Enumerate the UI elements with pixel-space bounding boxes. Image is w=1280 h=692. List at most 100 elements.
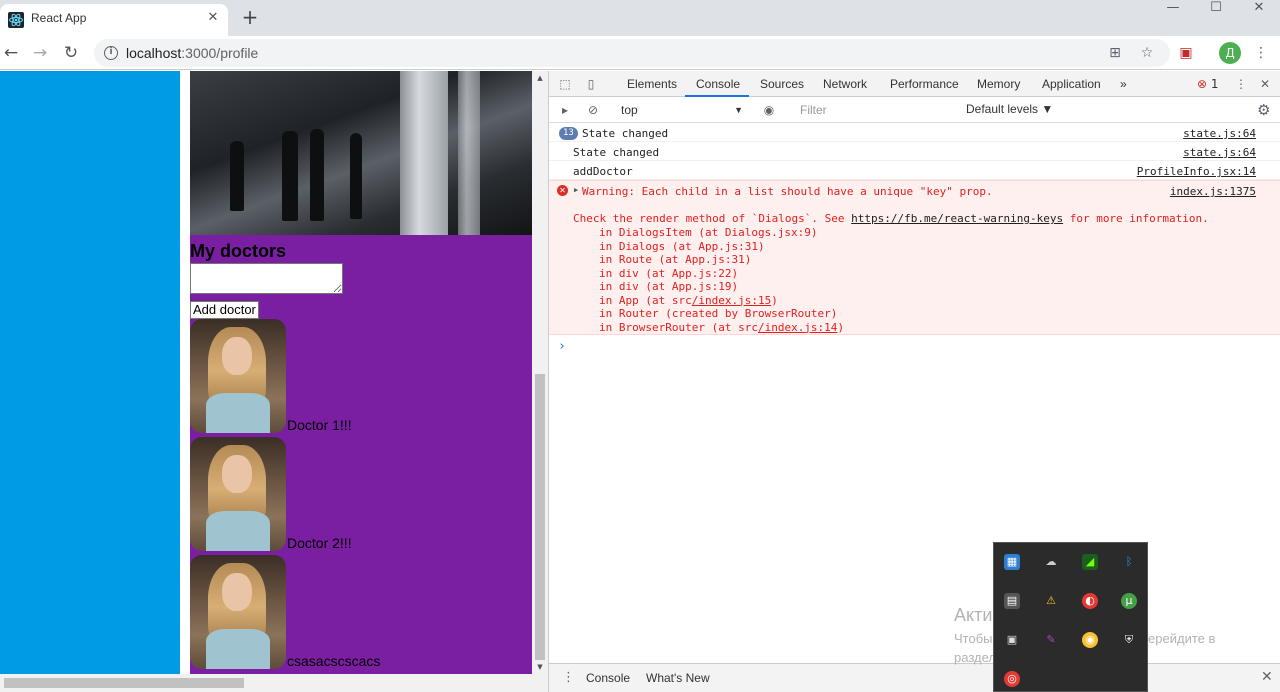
console-message: 13 State changed state.js:64 xyxy=(549,123,1280,142)
new-doctor-textarea[interactable] xyxy=(190,263,343,294)
site-info-icon[interactable]: i xyxy=(104,46,118,60)
devtools-panel: ⬚ ▯ Elements Console Sources Network Per… xyxy=(548,71,1280,692)
cloud-offline-icon[interactable]: ☁ xyxy=(1043,554,1059,570)
nvidia-icon[interactable]: ◢ xyxy=(1082,554,1098,570)
security-warning-icon[interactable]: ⚠ xyxy=(1043,593,1059,609)
url-host: localhost xyxy=(126,45,182,61)
tab-console[interactable]: Console xyxy=(696,77,740,91)
console-message-text: State changed xyxy=(582,127,669,140)
console-source-link[interactable]: ProfileInfo.jsx:14 xyxy=(1137,165,1256,178)
scroll-down-arrow-icon[interactable]: ▼ xyxy=(536,663,544,671)
shield-icon[interactable]: ⛨ xyxy=(1121,632,1137,648)
doctor-item: Doctor 2!!! xyxy=(190,437,532,553)
tab-sources[interactable]: Sources xyxy=(760,77,804,91)
extension-icon[interactable]: ▣ xyxy=(1177,44,1195,62)
lock-icon[interactable]: ▣ xyxy=(1004,632,1020,648)
app-icon[interactable]: ◐ xyxy=(1082,593,1098,609)
console-message: State changed state.js:64 xyxy=(549,142,1280,161)
doctor-avatar xyxy=(190,555,286,669)
stack-source-link[interactable]: /index.js:14 xyxy=(758,321,837,334)
error-counter[interactable]: ⊗ 1 xyxy=(1197,77,1219,91)
devtools-menu-icon[interactable]: ⋮ xyxy=(1233,76,1249,92)
forward-arrow-icon[interactable]: → xyxy=(29,42,51,64)
horizontal-scrollbar[interactable] xyxy=(0,674,548,692)
chrome-menu-icon[interactable]: ⋮ xyxy=(1252,44,1270,62)
console-prompt-icon[interactable]: › xyxy=(558,339,566,354)
log-levels-dropdown[interactable]: Default levels ▼ xyxy=(966,102,1053,116)
scroll-up-arrow-icon[interactable]: ▲ xyxy=(536,74,544,82)
stack-line: in BrowserRouter (at src/index.js:14) xyxy=(599,321,844,334)
stack-line-end: ) xyxy=(837,320,845,334)
url-text[interactable]: localhost:3000/profile xyxy=(126,45,258,61)
console-source-link[interactable]: state.js:64 xyxy=(1183,127,1256,140)
expand-triangle-icon[interactable]: ▶ xyxy=(574,186,578,194)
close-window-button[interactable]: ✕ xyxy=(1238,0,1280,18)
chrome-icon[interactable]: ◉ xyxy=(1082,632,1098,648)
url-path: :3000/profile xyxy=(181,45,259,61)
error-detail: Check the render method of `Dialogs`. Se… xyxy=(573,212,1209,225)
doctor-item: Doctor 1!!! xyxy=(190,319,532,435)
drawer-close-icon[interactable]: ✕ xyxy=(1261,669,1273,685)
browser-tab[interactable]: React App ✕ xyxy=(0,4,228,36)
translate-icon[interactable]: ⊞ xyxy=(1106,44,1124,62)
context-select[interactable]: top ▼ xyxy=(619,101,747,119)
profile-avatar[interactable]: Д xyxy=(1219,42,1241,64)
address-bar[interactable]: i localhost:3000/profile ⊞ ☆ xyxy=(94,39,1170,67)
add-doctor-button[interactable]: Add doctor xyxy=(190,301,259,319)
stack-source-link[interactable]: /index.js:15 xyxy=(692,294,771,307)
maximize-button[interactable]: ☐ xyxy=(1195,0,1237,18)
error-icon: ✕ xyxy=(557,185,568,196)
console-filter-input[interactable]: Filter xyxy=(795,101,955,119)
dropdown-arrow-icon: ▼ xyxy=(734,105,743,115)
opera-icon[interactable]: ◎ xyxy=(1004,671,1020,687)
inspect-element-icon[interactable]: ⬚ xyxy=(557,76,573,92)
system-tray-overflow: ▦ ☁ ◢ ᛒ ▤ ⚠ ◐ µ ▣ ✎ ◉ ⛨ ◎ xyxy=(993,542,1148,692)
devtools-drawer: ⋮ Console What's New ✕ xyxy=(549,663,1280,692)
drawer-tab-console[interactable]: Console xyxy=(586,671,630,685)
stack-line-text: in BrowserRouter (at src xyxy=(599,320,758,334)
feather-icon[interactable]: ✎ xyxy=(1043,632,1059,648)
tab-application[interactable]: Application xyxy=(1042,77,1101,91)
devtools-tabbar: ⬚ ▯ Elements Console Sources Network Per… xyxy=(549,71,1280,97)
tab-title: React App xyxy=(31,11,87,25)
doctor-name: Doctor 2!!! xyxy=(287,535,352,551)
console-settings-gear-icon[interactable]: ⚙ xyxy=(1257,102,1270,118)
tab-elements[interactable]: Elements xyxy=(627,77,677,91)
live-expression-eye-icon[interactable]: ◉ xyxy=(761,102,777,118)
stack-line: in DialogsItem (at Dialogs.jsx:9) xyxy=(599,226,818,239)
clear-console-icon[interactable]: ⊘ xyxy=(585,102,601,118)
drawer-menu-icon[interactable]: ⋮ xyxy=(562,670,575,685)
tab-performance[interactable]: Performance xyxy=(890,77,959,91)
new-tab-button[interactable]: + xyxy=(240,7,260,28)
stack-line: in App (at src/index.js:15) xyxy=(599,294,778,307)
device-toolbar-icon[interactable]: ▯ xyxy=(583,76,599,92)
error-source-link[interactable]: index.js:1375 xyxy=(1170,185,1256,198)
bookmark-star-icon[interactable]: ☆ xyxy=(1138,44,1156,62)
react-warning-keys-link[interactable]: https://fb.me/react-warning-keys xyxy=(851,212,1063,225)
drawer-tab-whats-new[interactable]: What's New xyxy=(646,671,710,685)
back-arrow-icon[interactable]: ← xyxy=(0,42,22,64)
minimize-button[interactable]: — xyxy=(1152,0,1194,18)
console-output: 13 State changed state.js:64 State chang… xyxy=(549,123,1280,663)
console-message-text: State changed xyxy=(573,146,660,159)
error-count: 1 xyxy=(1210,77,1219,91)
reload-icon[interactable]: ↻ xyxy=(60,42,82,64)
more-tabs-icon[interactable]: » xyxy=(1120,77,1127,91)
browser-toolbar: ← → ↻ i localhost:3000/profile ⊞ ☆ ▣ ⋮ xyxy=(0,36,1280,70)
horizontal-scroll-thumb[interactable] xyxy=(4,678,244,688)
stack-line: in Route (at App.js:31) xyxy=(599,253,752,266)
bluetooth-icon[interactable]: ᛒ xyxy=(1121,554,1137,570)
vertical-scrollbar[interactable]: ▲ ▼ xyxy=(532,71,548,674)
page-viewport: My doctors Add doctor Doctor 1!!! Doctor… xyxy=(0,71,548,692)
vertical-scroll-thumb[interactable] xyxy=(535,374,545,660)
sidebar-toggle-icon[interactable]: ▸ xyxy=(557,102,573,118)
tab-network[interactable]: Network xyxy=(823,77,867,91)
doctor-avatar xyxy=(190,319,286,433)
disk-icon[interactable]: ▤ xyxy=(1004,593,1020,609)
network-monitor-icon[interactable]: ▦ xyxy=(1004,554,1020,570)
utorrent-icon[interactable]: µ xyxy=(1121,593,1137,609)
tab-close-icon[interactable]: ✕ xyxy=(205,10,221,26)
console-source-link[interactable]: state.js:64 xyxy=(1183,146,1256,159)
devtools-close-icon[interactable]: ✕ xyxy=(1257,76,1273,92)
tab-memory[interactable]: Memory xyxy=(977,77,1020,91)
